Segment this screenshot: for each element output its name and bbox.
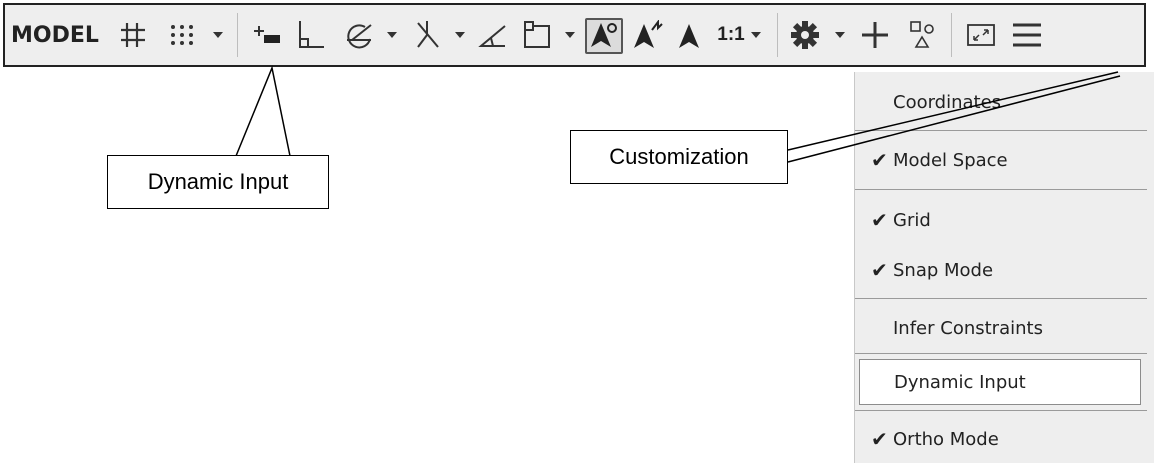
- menu-item-label: Infer Constraints: [893, 317, 1043, 339]
- scale-button[interactable]: 1:1: [711, 5, 769, 65]
- dynamic-input-icon[interactable]: [247, 5, 287, 65]
- menu-separator: [855, 189, 1147, 190]
- menu-item-label: Snap Mode: [893, 259, 994, 281]
- annotation-visibility-icon[interactable]: [585, 18, 623, 54]
- menu-item-label: Dynamic Input: [894, 371, 1026, 393]
- object-snap-dropdown-arrow-icon[interactable]: [561, 5, 579, 65]
- menu-item-model-space[interactable]: ✔ Model Space: [855, 136, 1147, 184]
- snap-dropdown-arrow-icon[interactable]: [209, 5, 227, 65]
- auto-scale-icon[interactable]: [629, 5, 667, 65]
- object-snap-icon[interactable]: [519, 5, 555, 65]
- menu-item-label: Coordinates: [893, 91, 1002, 113]
- check-icon: ✔: [871, 258, 888, 282]
- isodraft-dropdown-arrow-icon[interactable]: [451, 5, 469, 65]
- menu-item-dynamic-input[interactable]: Dynamic Input: [859, 359, 1141, 405]
- menu-separator: [855, 130, 1147, 131]
- check-icon: ✔: [871, 427, 888, 451]
- separator: [237, 13, 238, 57]
- customization-menu: Coordinates ✔ Model Space ✔ Grid ✔ Snap …: [854, 72, 1154, 463]
- separator: [777, 13, 778, 57]
- menu-separator: [855, 353, 1147, 354]
- workspace-dropdown-arrow-icon[interactable]: [831, 5, 849, 65]
- menu-item-label: Grid: [893, 209, 931, 231]
- menu-item-coordinates[interactable]: Coordinates: [855, 78, 1147, 126]
- polar-tracking-icon[interactable]: [341, 5, 377, 65]
- menu-separator: [855, 298, 1147, 299]
- callout-customization: Customization: [570, 130, 788, 184]
- annotation-scale-icon[interactable]: [671, 5, 707, 65]
- menu-item-snap-mode[interactable]: ✔ Snap Mode: [855, 246, 1147, 294]
- workspace-switching-icon[interactable]: [785, 5, 825, 65]
- scale-label: 1:1: [717, 24, 745, 45]
- object-snap-tracking-icon[interactable]: [475, 5, 511, 65]
- isodraft-icon[interactable]: [409, 5, 445, 65]
- ortho-mode-icon[interactable]: [293, 5, 329, 65]
- check-icon: ✔: [871, 208, 888, 232]
- snap-mode-icon[interactable]: [165, 5, 199, 65]
- polar-dropdown-arrow-icon[interactable]: [383, 5, 401, 65]
- annotation-monitor-icon[interactable]: [855, 5, 895, 65]
- menu-item-infer-constraints[interactable]: Infer Constraints: [855, 304, 1147, 352]
- callout-dynamic-input: Dynamic Input: [107, 155, 329, 209]
- grid-icon[interactable]: [115, 5, 151, 65]
- model-space-button[interactable]: MODEL: [11, 5, 107, 65]
- menu-item-grid[interactable]: ✔ Grid: [855, 196, 1147, 244]
- menu-item-label: Ortho Mode: [893, 428, 999, 450]
- menu-item-ortho-mode[interactable]: ✔ Ortho Mode: [855, 415, 1147, 463]
- isolate-objects-icon[interactable]: [903, 5, 941, 65]
- separator: [951, 13, 952, 57]
- clean-screen-icon[interactable]: [961, 5, 1001, 65]
- customization-menu-icon[interactable]: [1005, 5, 1049, 65]
- status-bar: MODEL 1:1: [3, 3, 1146, 67]
- check-icon: ✔: [871, 148, 888, 172]
- menu-separator: [855, 410, 1147, 411]
- menu-item-label: Model Space: [893, 149, 1008, 171]
